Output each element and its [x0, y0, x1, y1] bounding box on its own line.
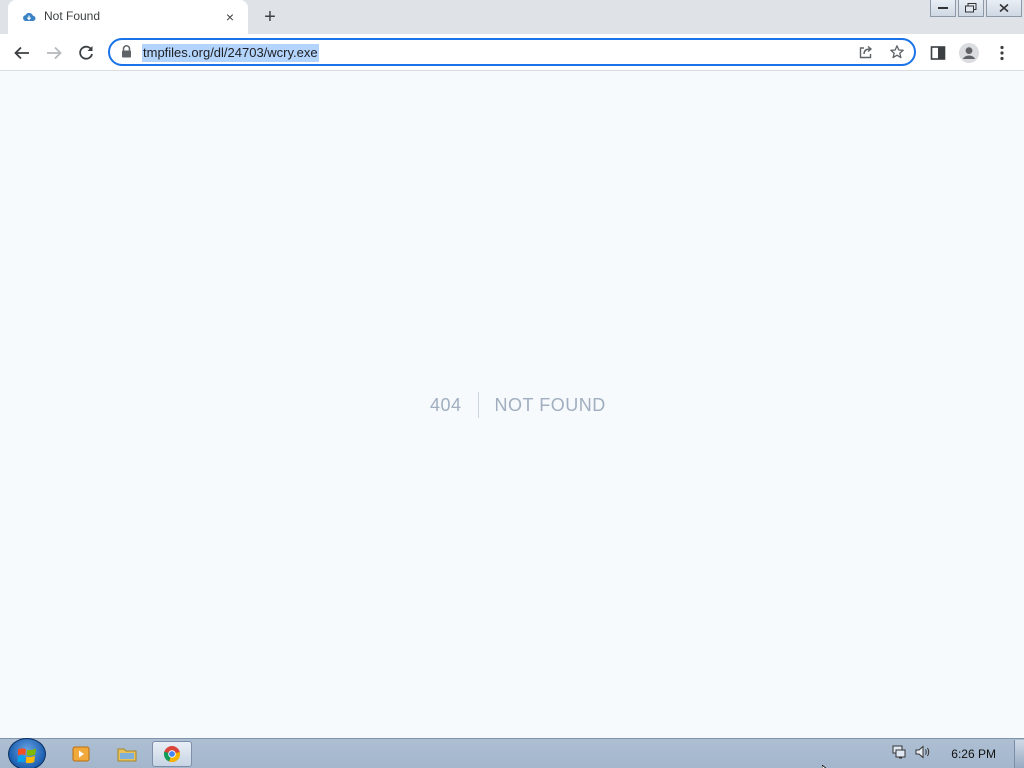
- share-icon[interactable]: [858, 44, 874, 65]
- volume-icon[interactable]: [915, 744, 931, 764]
- error-text: NOT FOUND: [494, 395, 606, 415]
- window-controls: [928, 0, 1022, 17]
- browser-toolbar: tmpfiles.org/dl/24703/wcry.exe: [0, 34, 1024, 71]
- address-bar[interactable]: tmpfiles.org/dl/24703/wcry.exe: [108, 38, 916, 66]
- taskbar: 6:26 PM: [0, 738, 1024, 768]
- cloud-icon: [22, 10, 36, 24]
- error-code: 404: [430, 392, 479, 418]
- browser-tab[interactable]: Not Found ×: [8, 0, 248, 34]
- chrome-icon[interactable]: [152, 741, 192, 767]
- kebab-menu-icon[interactable]: [991, 42, 1013, 64]
- show-desktop-button[interactable]: [1014, 740, 1024, 768]
- taskbar-clock[interactable]: 6:26 PM: [951, 747, 996, 761]
- file-explorer-icon[interactable]: [107, 741, 147, 767]
- forward-arrow-icon[interactable]: [43, 42, 65, 64]
- tab-title: Not Found: [44, 9, 101, 23]
- restore-button[interactable]: [958, 0, 984, 17]
- minimize-button[interactable]: [930, 0, 956, 17]
- reload-icon[interactable]: [75, 42, 97, 64]
- page-content: 404 NOT FOUND: [0, 71, 1024, 738]
- side-panel-icon[interactable]: [927, 42, 949, 64]
- profile-icon[interactable]: [958, 42, 980, 64]
- url-text[interactable]: tmpfiles.org/dl/24703/wcry.exe: [142, 44, 319, 62]
- new-tab-button[interactable]: +: [259, 6, 281, 28]
- error-message: 404 NOT FOUND: [430, 392, 606, 418]
- media-player-icon[interactable]: [61, 741, 101, 767]
- system-tray: 6:26 PM: [891, 739, 1024, 768]
- star-icon[interactable]: [889, 44, 905, 65]
- windows-logo-icon: [17, 748, 36, 764]
- start-button[interactable]: [8, 738, 46, 768]
- back-arrow-icon[interactable]: [11, 42, 33, 64]
- tab-strip: Not Found × +: [0, 0, 1024, 34]
- close-window-button[interactable]: [986, 0, 1022, 17]
- mouse-cursor-icon: [821, 760, 830, 768]
- lock-icon[interactable]: [121, 45, 132, 63]
- network-icon[interactable]: [891, 745, 907, 764]
- tab-close-button[interactable]: ×: [222, 9, 238, 25]
